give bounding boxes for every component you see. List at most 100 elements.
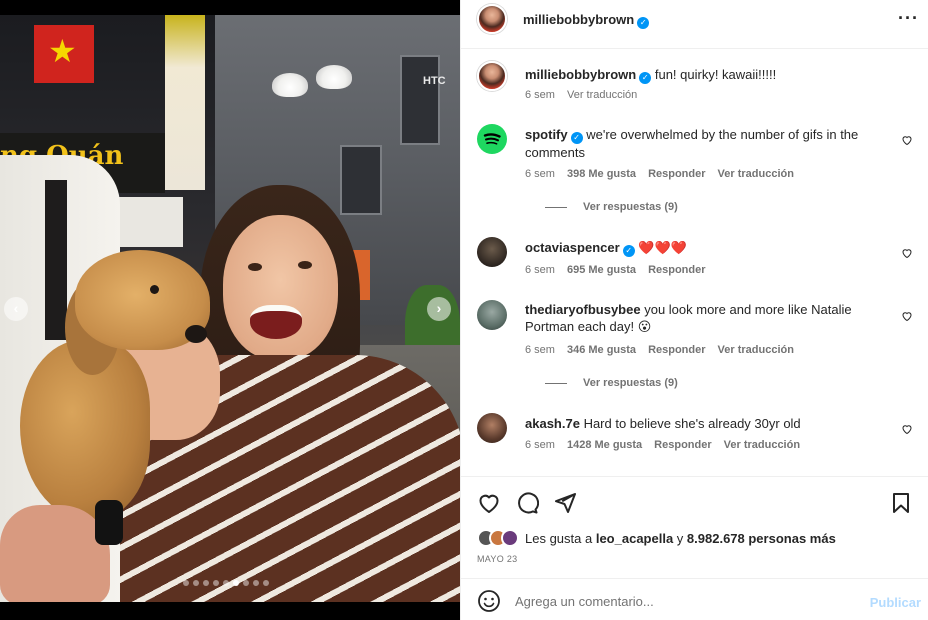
save-bookmark-icon[interactable] — [889, 491, 913, 515]
eye — [298, 261, 312, 269]
comment-meta: 6 sem 346 Me gusta Responder Ver traducc… — [525, 344, 794, 356]
translate-link[interactable]: Ver traducción — [718, 344, 794, 356]
timestamp[interactable]: 6 sem — [525, 89, 555, 101]
avatar[interactable] — [477, 124, 507, 154]
view-replies[interactable]: Ver respuestas (9) — [545, 377, 678, 389]
post-header: milliebobbybrown ✓ ··· — [461, 0, 928, 49]
action-bar — [461, 476, 928, 526]
eye — [248, 263, 262, 271]
timestamp[interactable]: 6 sem — [525, 168, 555, 180]
caption: milliebobbybrown ✓ fun! quirky! kawaii!!!… — [477, 61, 913, 111]
view-replies-label: Ver respuestas (9) — [583, 377, 678, 389]
avatar — [501, 529, 519, 547]
smile — [250, 305, 302, 339]
avatar[interactable] — [477, 237, 507, 267]
like-comment-heart-icon[interactable] — [901, 423, 913, 435]
carousel-dot[interactable] — [213, 580, 219, 586]
like-count[interactable]: 695 Me gusta — [567, 264, 636, 276]
like-count[interactable]: 1428 Me gusta — [567, 439, 642, 451]
author-username[interactable]: milliebobbybrown — [523, 12, 634, 27]
spotify-icon — [483, 133, 501, 145]
avatar[interactable] — [477, 413, 507, 443]
comment-meta: 6 sem 1428 Me gusta Responder Ver traduc… — [525, 439, 800, 451]
carousel-prev-button[interactable]: ‹ — [4, 297, 28, 321]
street-lamp — [272, 73, 308, 97]
comment-body: Hard to believe she's already 30yr old — [583, 416, 801, 431]
like-heart-icon[interactable] — [477, 491, 501, 515]
carousel-dot[interactable] — [263, 580, 269, 586]
comment: akash.7e Hard to believe she's already 3… — [477, 413, 913, 458]
translate-link[interactable]: Ver traducción — [567, 89, 637, 101]
timestamp[interactable]: 6 sem — [525, 439, 555, 451]
caption-meta: 6 sem Ver traducción — [525, 89, 637, 101]
like-count[interactable]: 398 Me gusta — [567, 168, 636, 180]
like-count[interactable]: 346 Me gusta — [567, 344, 636, 356]
post-date[interactable]: MAYO 23 — [477, 554, 517, 564]
dog-eye — [150, 285, 159, 294]
share-paper-plane-icon[interactable] — [553, 491, 577, 515]
hand-bottom — [0, 505, 110, 602]
comment-username[interactable]: octaviaspencer — [525, 240, 620, 255]
publish-button[interactable]: Publicar — [870, 595, 921, 610]
verified-icon: ✓ — [570, 132, 583, 144]
reply-link[interactable]: Responder — [648, 344, 705, 356]
more-options-icon[interactable]: ··· — [898, 8, 919, 29]
emoji-icon[interactable] — [477, 589, 501, 613]
comment-input[interactable] — [515, 591, 855, 611]
avatar[interactable] — [477, 4, 507, 34]
window — [400, 55, 440, 145]
add-comment-bar: Publicar — [461, 578, 928, 620]
divider — [545, 382, 567, 384]
comment-bubble-icon[interactable] — [515, 491, 539, 515]
carousel-dot[interactable] — [183, 580, 189, 586]
avatar[interactable] — [477, 300, 507, 330]
carousel-dot[interactable] — [203, 580, 209, 586]
post-media: HTC ★ ng Quán ‹ — [0, 0, 460, 620]
street-sign-text: HTC — [423, 75, 446, 87]
comment: octaviaspencer ✓ ❤️❤️❤️ 6 sem 695 Me gust… — [477, 237, 913, 282]
liker-username[interactable]: leo_acapella — [596, 531, 673, 546]
comment-text: octaviaspencer ✓ ❤️❤️❤️ — [525, 239, 895, 257]
carousel-dot[interactable] — [223, 580, 229, 586]
caption-text: milliebobbybrown ✓ fun! quirky! kawaii!!!… — [525, 66, 895, 84]
verified-icon: ✓ — [622, 245, 635, 257]
comment-text: spotify ✓ we're overwhelmed by the number… — [525, 126, 895, 161]
avatar[interactable] — [477, 61, 507, 91]
vietnam-flag: ★ — [34, 25, 94, 83]
translate-link[interactable]: Ver traducción — [718, 168, 794, 180]
carousel-dots — [183, 580, 269, 586]
likes-summary: Les gusta a leo_acapella y 8.982.678 per… — [477, 529, 836, 547]
timestamp[interactable]: 6 sem — [525, 264, 555, 276]
translate-link[interactable]: Ver traducción — [724, 439, 800, 451]
reply-link[interactable]: Responder — [648, 168, 705, 180]
carousel-dot[interactable] — [243, 580, 249, 586]
caption-body: fun! quirky! kawaii!!!!! — [654, 67, 777, 82]
comment-meta: 6 sem 398 Me gusta Responder Ver traducc… — [525, 168, 794, 180]
reply-link[interactable]: Responder — [654, 439, 711, 451]
vertical-shop-sign — [165, 15, 205, 190]
like-comment-heart-icon[interactable] — [901, 310, 913, 322]
timestamp[interactable]: 6 sem — [525, 344, 555, 356]
comment-body: ❤️❤️❤️ — [638, 240, 687, 255]
liker-avatars — [477, 529, 519, 547]
verified-icon: ✓ — [637, 17, 650, 29]
comment-text: akash.7e Hard to believe she's already 3… — [525, 415, 895, 432]
carousel-dot[interactable] — [193, 580, 199, 586]
reply-link[interactable]: Responder — [648, 264, 705, 276]
comment-text: thediaryofbusybee you look more and more… — [525, 301, 895, 335]
carousel-dot[interactable] — [253, 580, 259, 586]
comment-username[interactable]: akash.7e — [525, 416, 580, 431]
verified-icon: ✓ — [639, 72, 652, 84]
caption-username[interactable]: milliebobbybrown — [525, 67, 636, 82]
likes-count[interactable]: 8.982.678 personas más — [687, 531, 836, 546]
divider — [545, 206, 567, 208]
like-comment-heart-icon[interactable] — [901, 247, 913, 259]
comment-meta: 6 sem 695 Me gusta Responder — [525, 264, 706, 276]
view-replies[interactable]: Ver respuestas (9) — [545, 201, 678, 213]
comment-username[interactable]: spotify — [525, 127, 568, 142]
street-lamp — [316, 65, 352, 89]
carousel-next-button[interactable]: › — [427, 297, 451, 321]
comment-username[interactable]: thediaryofbusybee — [525, 302, 641, 317]
carousel-dot[interactable] — [233, 580, 239, 586]
like-comment-heart-icon[interactable] — [901, 134, 913, 146]
